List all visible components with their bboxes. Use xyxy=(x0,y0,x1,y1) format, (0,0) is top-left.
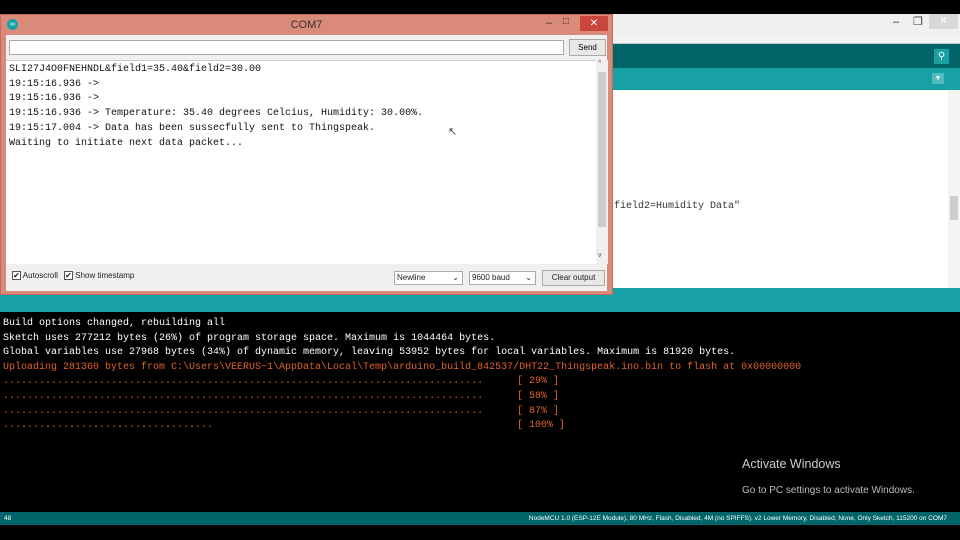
restore-icon[interactable]: ❐ xyxy=(913,15,923,28)
close-icon[interactable]: ✕ xyxy=(580,16,608,31)
watermark-title: Activate Windows xyxy=(742,457,841,471)
chevron-down-icon: ⌄ xyxy=(525,273,532,282)
console-line: Build options changed, rebuilding all xyxy=(3,318,226,329)
autoscroll-checkbox[interactable]: ✔ Autoscroll xyxy=(12,271,58,281)
progress-dots: ........................................… xyxy=(3,390,484,402)
scroll-up-icon[interactable]: ^ xyxy=(598,60,601,67)
upload-line: Uploading 281360 bytes from C:\Users\VEE… xyxy=(3,361,802,373)
status-bar: 48 NodeMCU 1.0 (ESP-12E Module), 80 MHz,… xyxy=(0,512,960,525)
serial-monitor-icon[interactable]: ⚲ xyxy=(934,49,949,64)
send-button[interactable]: Send xyxy=(569,39,606,56)
timestamp-label: Show timestamp xyxy=(75,271,135,280)
line-ending-select[interactable]: Newline ⌄ xyxy=(394,271,463,285)
console-line: Global variables use 27968 bytes (34%) o… xyxy=(3,347,736,359)
baud-select[interactable]: 9600 baud ⌄ xyxy=(469,271,536,285)
progress-pct: [ 58% ] xyxy=(517,390,560,402)
scroll-down-icon[interactable]: v xyxy=(598,252,602,259)
timestamp-checkbox[interactable]: ✔ Show timestamp xyxy=(64,271,135,281)
send-input[interactable] xyxy=(9,40,564,55)
window-title: COM7 xyxy=(290,19,323,31)
output-scrollbar[interactable]: ^ v xyxy=(596,60,608,264)
progress-dots: ........................................… xyxy=(3,405,484,417)
activate-windows-watermark: Activate Windows Go to PC settings to ac… xyxy=(742,457,915,496)
line-ending-value: Newline xyxy=(397,273,426,282)
mouse-cursor-icon: ↖ xyxy=(448,126,458,138)
minimize-icon[interactable]: – xyxy=(893,16,899,28)
progress-pct: [ 87% ] xyxy=(517,405,560,417)
scroll-thumb[interactable] xyxy=(598,72,606,227)
editor-scrollbar[interactable] xyxy=(948,90,960,288)
serial-monitor-window: ∞ COM7 – □ ✕ Send SLI27J4O0FNEHNDL&field… xyxy=(0,14,613,295)
progress-dots: ................................... xyxy=(3,420,214,432)
baud-value: 9600 baud xyxy=(472,273,510,282)
check-icon: ✔ xyxy=(12,271,21,281)
output-line: SLI27J4O0FNEHNDL&field1=35.40&field2=30.… xyxy=(9,64,262,75)
progress-pct: [ 100% ] xyxy=(517,420,566,432)
autoscroll-label: Autoscroll xyxy=(22,271,58,280)
check-icon: ✔ xyxy=(64,271,73,281)
code-line: field2=Humidity Data" xyxy=(614,201,741,212)
close-icon[interactable]: ✕ xyxy=(929,14,958,29)
tab-menu-icon[interactable]: ▼ xyxy=(932,73,944,84)
line-number: 48 xyxy=(4,515,12,522)
output-line: Waiting to initiate next data packet... xyxy=(9,137,244,149)
maximize-icon[interactable]: □ xyxy=(563,16,569,27)
output-line: 19:15:16.936 -> Temperature: 35.40 degre… xyxy=(9,108,424,120)
chevron-down-icon: ⌄ xyxy=(452,273,459,282)
output-line: 19:15:16.936 -> xyxy=(9,93,100,105)
output-line: 19:15:16.936 -> xyxy=(9,78,100,90)
serial-output: SLI27J4O0FNEHNDL&field1=35.40&field2=30.… xyxy=(6,60,608,264)
board-info: NodeMCU 1.0 (ESP-12E Module), 80 MHz, Fl… xyxy=(528,515,947,522)
clear-output-button[interactable]: Clear output xyxy=(542,270,605,286)
console-line: Sketch uses 277212 bytes (26%) of progra… xyxy=(3,332,496,344)
watermark-subtitle: Go to PC settings to activate Windows. xyxy=(742,485,915,496)
output-line: 19:15:17.004 -> Data has been sussecfull… xyxy=(9,122,376,134)
progress-dots: ........................................… xyxy=(3,376,484,388)
minimize-icon[interactable]: – xyxy=(546,17,552,29)
progress-pct: [ 29% ] xyxy=(517,376,560,388)
